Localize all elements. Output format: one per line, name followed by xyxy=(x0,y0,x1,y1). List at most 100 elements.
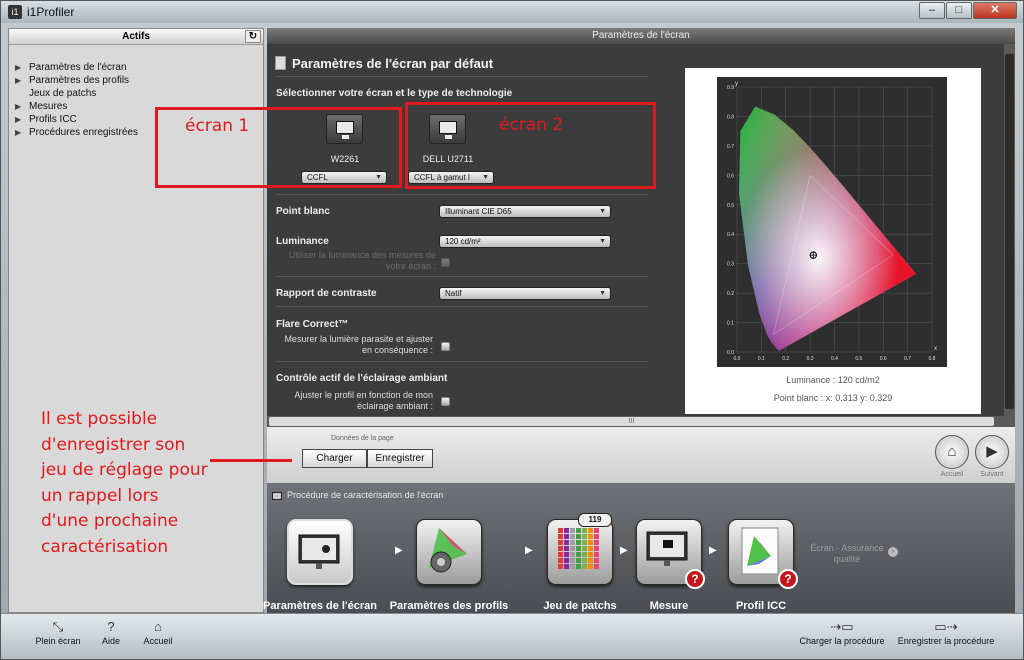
patch-swatch xyxy=(588,552,593,557)
refresh-icon[interactable]: ↻ xyxy=(245,30,261,43)
patch-swatch xyxy=(564,528,569,533)
flare-correct-option-label: Mesurer la lumière parasite et ajuster e… xyxy=(284,334,433,355)
y-tick-label: 0.0 xyxy=(727,350,734,356)
step-arrow-icon: ▶ xyxy=(525,545,533,556)
full-screen-button[interactable]: ⤡ Plein écran xyxy=(33,618,83,646)
save-procedure-icon: ▭⇢ xyxy=(934,619,958,634)
patch-swatch xyxy=(564,546,569,551)
patch-swatch xyxy=(570,558,575,563)
patch-swatch xyxy=(582,534,587,539)
y-tick-label: 0.4 xyxy=(727,232,734,238)
patch-swatch xyxy=(594,552,599,557)
load-procedure-icon: ⇢▭ xyxy=(830,619,854,634)
patch-swatch xyxy=(582,552,587,557)
patch-swatch xyxy=(564,564,569,569)
patch-swatch xyxy=(588,528,593,533)
spectral-locus-white-shade xyxy=(738,106,917,351)
patch-swatch xyxy=(558,558,563,563)
divider xyxy=(276,276,648,277)
expand-arrow-icon[interactable]: ▶ xyxy=(15,100,21,113)
patch-swatch xyxy=(576,540,581,545)
patch-swatch xyxy=(558,546,563,551)
ambient-control-checkbox[interactable] xyxy=(441,397,450,406)
patch-swatch xyxy=(570,552,575,557)
expand-arrow-icon[interactable]: ▶ xyxy=(15,74,21,87)
expand-arrow-icon[interactable]: ▶ xyxy=(15,113,21,126)
page-title: Paramètres de l'écran par défaut xyxy=(275,56,493,71)
step-profile-settings[interactable] xyxy=(416,519,482,585)
y-tick-label: 0.5 xyxy=(727,203,734,209)
scroll-thumb[interactable]: III xyxy=(269,417,994,426)
expand-arrow-icon[interactable]: ▶ xyxy=(15,61,21,74)
divider xyxy=(276,76,648,77)
close-button[interactable]: ✕ xyxy=(973,2,1017,19)
maximize-button[interactable]: □ xyxy=(946,2,972,19)
patch-swatch xyxy=(588,534,593,539)
chevron-right-icon[interactable]: › xyxy=(888,547,898,557)
patch-swatch xyxy=(564,552,569,557)
page-data-label: Données de la page xyxy=(331,435,394,442)
monitor-icon xyxy=(272,491,282,500)
patch-swatch xyxy=(594,528,599,533)
patch-swatch xyxy=(594,534,599,539)
workflow-header: Procédure de caractérisation de l'écran xyxy=(272,490,443,500)
y-tick-label: 0.7 xyxy=(727,144,734,150)
luminance-select[interactable]: 120 cd/m² ▼ xyxy=(439,235,611,248)
patch-count-badge: 119 xyxy=(578,513,612,527)
contrast-ratio-label: Rapport de contraste xyxy=(276,288,377,299)
patch-swatch xyxy=(570,540,575,545)
divider xyxy=(276,361,648,362)
home-button[interactable]: ⌂ Accueil xyxy=(140,618,176,646)
save-procedure-button[interactable]: ▭⇢ Enregistrer la procédure xyxy=(894,618,998,646)
save-button[interactable]: Enregistrer xyxy=(367,449,433,468)
title-bar: i1 i1Profiler – □ ✕ xyxy=(1,1,1023,23)
white-point-select[interactable]: Illuminant CIE D65 ▼ xyxy=(439,205,611,218)
load-procedure-button[interactable]: ⇢▭ Charger la procédure xyxy=(796,618,888,646)
y-axis-label: y xyxy=(735,81,738,87)
minimize-button[interactable]: – xyxy=(919,2,945,19)
patch-swatch xyxy=(558,528,563,533)
step-screen-settings[interactable] xyxy=(287,519,353,585)
contrast-ratio-select[interactable]: Natif ▼ xyxy=(439,287,611,300)
patch-swatch xyxy=(582,546,587,551)
x-tick-label: 0.8 xyxy=(929,356,936,362)
patch-swatch xyxy=(564,540,569,545)
tree-item-patch-sets[interactable]: Jeux de patchs xyxy=(13,87,263,100)
next-icon[interactable]: ▶ xyxy=(975,435,1009,469)
quality-assurance-label[interactable]: Écran - Assurance qualité xyxy=(805,543,889,565)
screen-2-annotation: écran 2 xyxy=(499,115,564,135)
luminance-caption: Luminance : 120 cd/m2 xyxy=(786,375,880,385)
patch-swatch xyxy=(570,546,575,551)
document-icon xyxy=(275,56,286,70)
assets-title: Actifs xyxy=(122,31,150,42)
patch-swatch xyxy=(558,564,563,569)
ambient-control-label: Contrôle actif de l'éclairage ambiant xyxy=(276,373,448,384)
y-tick-label: 0.1 xyxy=(727,321,734,327)
tree-item-screen-settings[interactable]: ▶ Paramètres de l'écran xyxy=(13,61,263,74)
home-icon[interactable]: ⌂ xyxy=(935,435,969,469)
flare-correct-checkbox[interactable] xyxy=(441,342,450,351)
center-panel-header: Paramètres de l'écran xyxy=(267,28,1015,44)
patch-swatch xyxy=(594,564,599,569)
load-button[interactable]: Charger xyxy=(302,449,367,468)
horizontal-scrollbar[interactable]: III xyxy=(267,416,1015,427)
assets-header: Actifs ↻ xyxy=(9,29,263,45)
ambient-luminance-checkbox[interactable] xyxy=(441,258,450,267)
profile-settings-icon xyxy=(429,528,467,573)
y-tick-label: 0.8 xyxy=(727,114,734,120)
vertical-scrollbar[interactable] xyxy=(1004,44,1015,416)
settings-form: Paramètres de l'écran par défaut Sélecti… xyxy=(267,44,667,416)
help-button[interactable]: ? Aide xyxy=(98,618,124,646)
tree-item-profile-settings[interactable]: ▶ Paramètres des profils xyxy=(13,74,263,87)
patch-swatch xyxy=(564,534,569,539)
alert-icon: ? xyxy=(685,569,705,589)
y-tick-label: 0.3 xyxy=(727,262,734,268)
window-controls: – □ ✕ xyxy=(918,2,1017,19)
select-screen-label: Sélectionner votre écran et le type de t… xyxy=(276,88,513,99)
patch-swatch xyxy=(558,540,563,545)
expand-arrow-icon[interactable]: ▶ xyxy=(15,126,21,139)
patch-swatch xyxy=(588,564,593,569)
chromaticity-chart: 0.0 0.1 0.2 0.3 0.4 0.5 0.6 0.7 0.8 0.0 0.1 0.2 0.3 0… xyxy=(717,77,947,367)
scroll-thumb[interactable] xyxy=(1005,54,1014,409)
step-patch-set[interactable] xyxy=(547,519,613,585)
